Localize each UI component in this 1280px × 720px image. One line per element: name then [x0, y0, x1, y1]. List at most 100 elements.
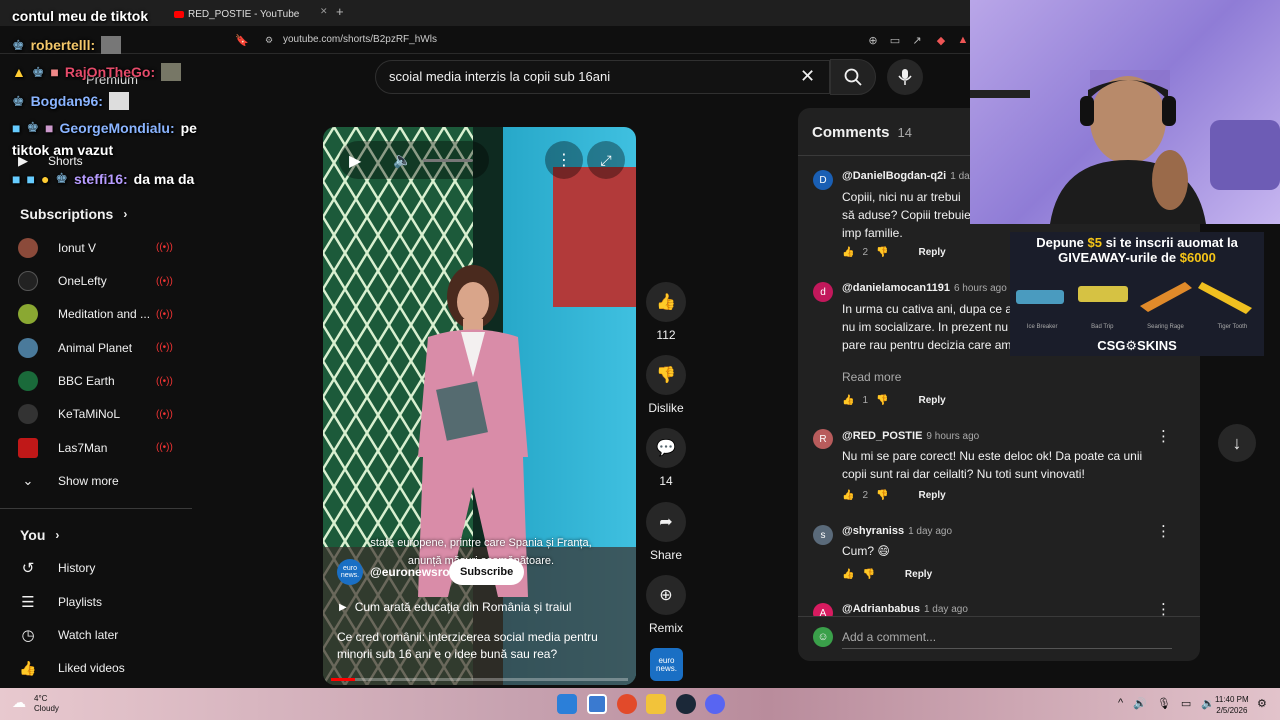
reply-button[interactable]: Reply: [905, 569, 932, 580]
url-field[interactable]: youtube.com/shorts/B2pzRF_hWls: [283, 34, 437, 45]
live-icon: ((•)): [156, 342, 173, 353]
thumbs-down-icon[interactable]: 👎: [862, 569, 874, 580]
comment-menu-icon[interactable]: ⋮: [1156, 600, 1171, 616]
thumbs-up-icon: 👍: [646, 282, 686, 322]
sidebar-item-playlists[interactable]: ☰ Playlists: [18, 587, 188, 617]
thumbs-down-icon[interactable]: 👎: [876, 247, 888, 258]
thumbs-up-icon[interactable]: 👍: [842, 569, 854, 580]
voice-search-button[interactable]: [887, 59, 923, 95]
share-page-icon[interactable]: ↗: [910, 33, 924, 47]
you-heading[interactable]: You ›: [20, 527, 59, 543]
clear-search-icon[interactable]: ✕: [800, 66, 815, 87]
file-explorer-icon[interactable]: [646, 694, 666, 714]
ad-line-1: Depune $5 si te inscrii auomat la: [1010, 235, 1264, 250]
fullscreen-button[interactable]: ⤢: [587, 141, 625, 179]
brave-shield-icon[interactable]: ◆: [934, 33, 948, 47]
thumbs-up-icon[interactable]: 👍: [842, 247, 854, 258]
playlist-link[interactable]: ▶ Cum arată educația din România și trai…: [339, 600, 571, 614]
subscribe-button[interactable]: Subscribe: [449, 559, 525, 585]
reply-button[interactable]: Reply: [918, 490, 945, 501]
scroll-down-button[interactable]: ↓: [1218, 424, 1256, 462]
start-icon[interactable]: [557, 694, 577, 714]
tab-youtube[interactable]: RED_POSTIE - YouTube: [174, 4, 299, 24]
dislike-button[interactable]: 👎 Dislike: [645, 355, 687, 415]
sidebar-item-liked-videos[interactable]: 👍 Liked videos: [18, 653, 188, 683]
volume-slider[interactable]: [423, 159, 473, 162]
show-more-button[interactable]: ⌄ Show more: [18, 466, 188, 496]
new-tab-button[interactable]: +: [336, 4, 344, 19]
steam-icon[interactable]: [676, 694, 696, 714]
comment-menu-icon[interactable]: ⋮: [1156, 427, 1171, 445]
zoom-icon[interactable]: ⊕: [866, 33, 880, 47]
comment-menu-icon[interactable]: ⋮: [1156, 522, 1171, 540]
sidebar-item-history[interactable]: ↺ History: [18, 553, 188, 583]
remix-button[interactable]: ⊕ Remix: [645, 575, 687, 635]
reply-button[interactable]: Reply: [918, 247, 945, 258]
avatar[interactable]: R: [813, 429, 833, 449]
comment-author[interactable]: @RED_POSTIE 9 hours ago: [842, 430, 979, 442]
tab-close-icon[interactable]: ✕: [320, 6, 328, 17]
sponsor-ad[interactable]: Depune $5 si te inscrii auomat la GIVEAW…: [1010, 232, 1264, 356]
speaker-icon[interactable]: 🔊: [1133, 697, 1147, 710]
add-comment-input[interactable]: Add a comment...: [842, 630, 936, 644]
notification-icon[interactable]: ⚙: [1257, 697, 1267, 710]
thumbs-up-icon[interactable]: 👍: [842, 395, 854, 406]
live-icon: ((•)): [156, 276, 173, 287]
rewards-icon[interactable]: ▲: [956, 33, 970, 47]
bookmark-icon[interactable]: 🔖: [235, 33, 249, 47]
cast-icon[interactable]: ▭: [888, 33, 902, 47]
search-button[interactable]: [830, 59, 876, 95]
comment-author[interactable]: @shyraniss 1 day ago: [842, 525, 952, 537]
task-view-icon[interactable]: [587, 694, 607, 714]
chevron-up-icon[interactable]: ^: [1118, 697, 1123, 710]
avatar[interactable]: A: [813, 603, 833, 616]
site-info-icon[interactable]: ⚙: [262, 33, 276, 47]
video-title[interactable]: Ce cred românii: interzicerea social med…: [337, 629, 622, 663]
read-more-link[interactable]: Read more: [842, 370, 901, 384]
channel-logo-icon[interactable]: euro news.: [650, 648, 683, 681]
subscriptions-heading[interactable]: Subscriptions ›: [20, 206, 127, 222]
thumbs-down-icon[interactable]: 👎: [876, 490, 888, 501]
avatar[interactable]: d: [813, 282, 833, 302]
comment-author[interactable]: @DanielBogdan-q2i 1 day a: [842, 170, 983, 182]
live-icon: ((•)): [156, 442, 173, 453]
like-button[interactable]: 👍 112: [645, 282, 687, 342]
clock[interactable]: 11:40 PM 2/5/2026: [1215, 694, 1249, 716]
channel-avatar[interactable]: euro news.: [337, 559, 363, 585]
sidebar-item-label: Show more: [58, 474, 119, 488]
avatar[interactable]: D: [813, 170, 833, 190]
thumbs-up-icon[interactable]: 👍: [842, 490, 854, 501]
sidebar-item-watch-later[interactable]: ◷ Watch later: [18, 620, 188, 650]
comment-time: 1 day ago: [923, 604, 968, 615]
share-button[interactable]: ➦ Share: [645, 502, 687, 562]
comment-author[interactable]: @Adrianbabus 1 day ago: [842, 603, 968, 615]
sidebar-item-label: Playlists: [58, 595, 103, 609]
brave-browser-icon[interactable]: [617, 694, 637, 714]
play-icon[interactable]: ▶: [349, 151, 361, 171]
comment-likes: 1: [862, 395, 869, 406]
ad-amount: $5: [1087, 235, 1102, 250]
shorts-player[interactable]: ▶ 🔈 ⋮ ⤢ state europene, printre care Spa…: [323, 127, 636, 685]
reply-button[interactable]: Reply: [918, 395, 945, 406]
more-options-button[interactable]: ⋮: [545, 141, 583, 179]
comment-actions: 👍 2 👎 Reply: [842, 490, 946, 501]
chat-msg: contul meu de tiktok: [12, 8, 149, 24]
chat-line: ■ ■ ● ♚ steffi16: da ma da: [12, 170, 194, 187]
mic-icon[interactable]: 🎙: [1157, 697, 1171, 710]
sidebar-item-label: Ionut V: [58, 241, 97, 255]
comment-user: @shyraniss: [842, 525, 905, 537]
discord-icon[interactable]: [705, 694, 725, 714]
video-progress-bar[interactable]: [331, 678, 628, 681]
channel-name[interactable]: @euronewsro: [370, 565, 450, 579]
avatar[interactable]: s: [813, 525, 833, 545]
youtube-favicon-icon: [174, 10, 184, 18]
skins-image: [1016, 282, 1252, 314]
volume-icon[interactable]: 🔉: [1201, 697, 1215, 710]
comments-button[interactable]: 💬 14: [645, 428, 687, 488]
volume-icon[interactable]: 🔈: [393, 151, 412, 169]
network-icon[interactable]: ▭: [1181, 697, 1191, 710]
weather-icon[interactable]: ☁: [12, 694, 26, 711]
weather-widget[interactable]: 4°C Cloudy: [34, 694, 59, 714]
comment-author[interactable]: @danielamocan1191 6 hours ago (e: [842, 282, 1018, 294]
thumbs-down-icon[interactable]: 👎: [876, 395, 888, 406]
